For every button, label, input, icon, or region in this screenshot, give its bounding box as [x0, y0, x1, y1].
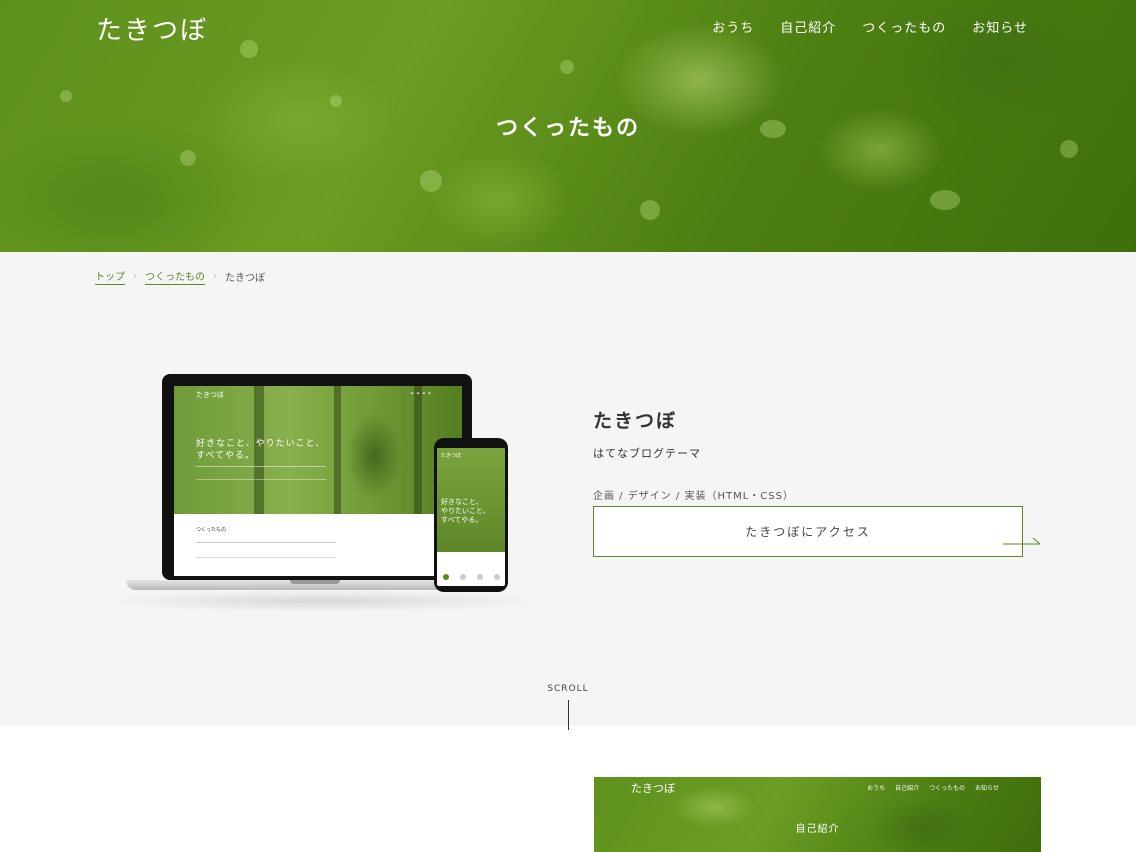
laptop-screen-section-title: つくったもの: [196, 527, 227, 533]
work-roles: 企画 / デザイン / 実装（HTML・CSS）: [593, 491, 794, 502]
laptop-screen: たきつぼ ▬ ▬ ▬ ▬ 好きなこと、やりたいこと、 すべてやる。 つくったもの: [174, 386, 462, 576]
nav-item-home[interactable]: おうち: [712, 17, 754, 36]
nav-item-news[interactable]: お知らせ: [972, 17, 1028, 36]
work-detail-section: トップ › つくったもの › たきつぼ たきつぼ ▬ ▬ ▬ ▬ 好きなこと、や…: [0, 252, 1136, 730]
nav-item-works[interactable]: つくったもの: [862, 17, 946, 36]
preview-title: 自己紹介: [795, 824, 840, 835]
laptop-screen-hero: たきつぼ ▬ ▬ ▬ ▬ 好きなこと、やりたいこと、 すべてやる。: [174, 386, 462, 514]
page-title: つくったもの: [495, 116, 640, 141]
laptop-screen-text-lines: [196, 542, 336, 558]
access-site-label: たきつぼにアクセス: [745, 525, 871, 539]
phone-screen-headline: 好きなこと、 やりたいこと、 すべてやる。: [441, 498, 490, 524]
breadcrumb-current: たきつぼ: [225, 273, 265, 284]
hero-header: たきつぼ おうち 自己紹介 つくったもの お知らせ つくったもの: [0, 0, 1136, 252]
laptop-screen-headline: 好きなこと、やりたいこと、 すべてやる。: [196, 439, 326, 461]
global-nav: おうち 自己紹介 つくったもの お知らせ: [712, 17, 1028, 36]
chevron-right-icon: ›: [213, 271, 217, 282]
laptop-screen-body-text: [196, 466, 326, 480]
site-logo[interactable]: たきつぼ: [96, 10, 208, 47]
chevron-right-icon: ›: [133, 271, 137, 282]
access-site-button[interactable]: たきつぼにアクセス: [593, 506, 1023, 557]
phone-tab-bar: [437, 572, 505, 586]
work-info: たきつぼ はてなブログテーマ 企画 / デザイン / 実装（HTML・CSS） …: [593, 406, 1041, 557]
breadcrumb-parent[interactable]: つくったもの: [145, 268, 205, 285]
breadcrumb-home[interactable]: トップ: [95, 268, 125, 285]
preview-logo: たきつぼ: [631, 782, 675, 795]
breadcrumb: トップ › つくったもの › たきつぼ: [95, 268, 265, 285]
profile-page-preview-image: たきつぼ おうち 自己紹介 つくったもの お知らせ 自己紹介: [594, 777, 1041, 852]
laptop-screen-nav: ▬ ▬ ▬ ▬: [410, 391, 432, 395]
work-title: たきつぼ: [593, 410, 678, 432]
scroll-indicator-label: SCROLL: [547, 684, 589, 694]
arrow-right-icon: [1003, 537, 1041, 545]
scroll-indicator-line: [568, 700, 569, 730]
nav-item-profile[interactable]: 自己紹介: [780, 17, 836, 36]
mockup-shadow: [96, 590, 546, 612]
preview-nav: おうち 自己紹介 つくったもの お知らせ: [867, 785, 999, 792]
phone-screen-hero: たきつぼ 好きなこと、 やりたいこと、 すべてやる。: [437, 448, 505, 552]
laptop-notch: [290, 580, 340, 584]
phone-screen-logo: たきつぼ: [441, 453, 462, 459]
work-subtitle: はてなブログテーマ: [593, 447, 701, 460]
phone-screen: たきつぼ 好きなこと、 やりたいこと、 すべてやる。: [437, 448, 505, 586]
laptop-screen-logo: たきつぼ: [196, 391, 224, 399]
device-mockup-image: たきつぼ ▬ ▬ ▬ ▬ 好きなこと、やりたいこと、 すべてやる。 つくったもの…: [96, 362, 546, 622]
